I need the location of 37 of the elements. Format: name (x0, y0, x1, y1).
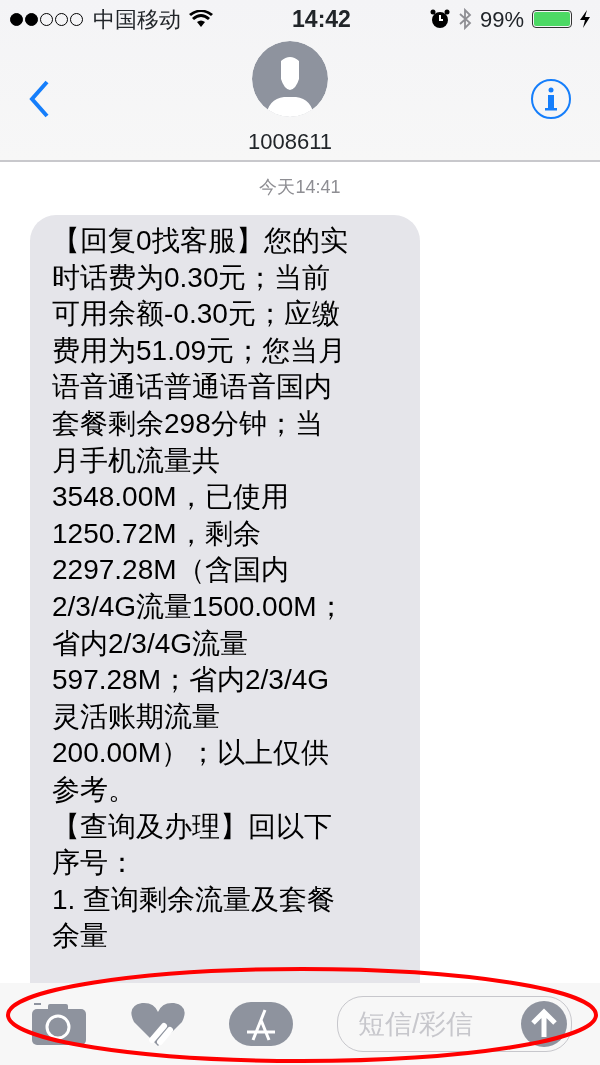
message-line: 1250.72M，剩余 (52, 516, 262, 551)
app-store-icon[interactable] (229, 1002, 294, 1046)
message-line: 序号： (52, 846, 137, 881)
charging-icon (580, 10, 590, 28)
alarm-icon (429, 9, 450, 29)
message-line: 200.00M）；以上仅供 (52, 736, 330, 771)
message-line: 费用为51.09元；您当月 (52, 333, 348, 368)
message-line: 省内2/3/4G流量 (52, 626, 250, 661)
message-timestamp: 今天14:41 (258, 176, 342, 199)
send-icon[interactable] (520, 1001, 567, 1047)
heart-icon[interactable] (129, 1002, 186, 1046)
message-line: 【回复0找客服】您的实 (52, 224, 349, 258)
message-line: 灵活账期流量 (52, 699, 221, 734)
avatar-icon (252, 40, 328, 117)
message-line: 3548.00M，已使用 (52, 480, 290, 515)
message-line: 2297.28M（含国内 (52, 553, 290, 588)
contact-name[interactable]: 1008611 (248, 124, 332, 158)
message-line: 【查询及办理】回以下 (52, 809, 333, 844)
wifi-icon (189, 10, 213, 28)
message-line: 可用余额-0.30元；应缴 (52, 297, 341, 332)
message-line: 月手机流量共 (52, 443, 221, 478)
message-line: 1. 查询剩余流量及套餐 (52, 882, 337, 917)
message-line: 语音通话普通语音国内 (52, 370, 333, 405)
message-line: 余量 (52, 919, 109, 954)
battery-percent: 99% (479, 5, 524, 34)
message-line: 597.28M；省内2/3/4G (52, 663, 331, 698)
camera-icon[interactable] (32, 1003, 86, 1045)
message-line: 套餐剩余298分钟；当 (52, 406, 324, 441)
back-icon[interactable] (28, 79, 50, 119)
carrier-name: 中国移动 (93, 5, 181, 34)
info-icon[interactable] (530, 78, 572, 120)
battery-icon (532, 10, 572, 28)
bluetooth-icon (457, 8, 472, 30)
message-line: 2/3/4G流量1500.00M； (52, 589, 346, 624)
message-line: 时话费为0.30元；当前 (52, 260, 332, 295)
status-time: 14:42 (292, 4, 351, 34)
message-line: 参考。 (52, 772, 137, 807)
